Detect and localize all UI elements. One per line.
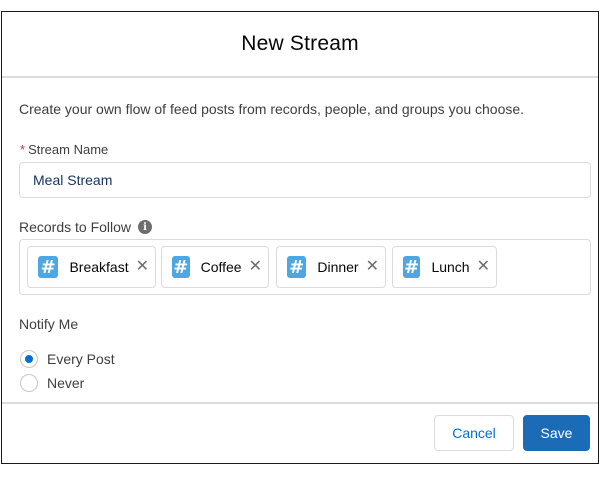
radio-button-checked[interactable] (20, 350, 38, 368)
close-icon[interactable]: ✕ (477, 259, 490, 275)
radio-label: Every Post (47, 351, 115, 367)
notify-me-label: Notify Me (19, 316, 79, 332)
pill-label: Dinner (317, 259, 359, 275)
radio-dot (25, 355, 33, 363)
pill-dinner: # Dinner ✕ (276, 246, 386, 288)
modal-title: New Stream (241, 32, 359, 55)
modal-footer: Cancel Save (2, 402, 598, 463)
save-button[interactable]: Save (523, 415, 590, 451)
pill-label: Lunch (431, 259, 470, 275)
hashtag-icon: # (287, 256, 307, 278)
radio-every-post[interactable]: Every Post (20, 350, 115, 368)
intro-text: Create your own flow of feed posts from … (19, 101, 525, 117)
pill-lunch: # Lunch ✕ (392, 246, 497, 288)
info-icon[interactable]: i (138, 220, 153, 234)
stream-name-input[interactable] (19, 162, 591, 198)
hashtag-icon: # (403, 256, 421, 278)
hashtag-icon: # (172, 256, 190, 278)
records-pill-container[interactable]: # Breakfast ✕ # Coffee ✕ # Dinner ✕ # Lu… (19, 239, 591, 295)
hashtag-icon: # (38, 256, 59, 278)
records-to-follow-label-text: Records to Follow (19, 219, 132, 235)
new-stream-modal: New Stream Create your own flow of feed … (1, 11, 599, 464)
stream-name-label: * Stream Name (20, 142, 108, 157)
pill-label: Breakfast (69, 259, 129, 275)
pill-breakfast: # Breakfast ✕ (27, 246, 156, 288)
close-icon[interactable]: ✕ (136, 259, 149, 275)
radio-button-unchecked[interactable] (20, 374, 38, 392)
radio-label: Never (47, 375, 85, 391)
records-to-follow-label: Records to Follow i (19, 219, 153, 235)
pill-label: Coffee (200, 259, 242, 275)
stream-name-label-text: Stream Name (28, 142, 109, 157)
cancel-button[interactable]: Cancel (434, 415, 514, 451)
close-icon[interactable]: ✕ (249, 259, 262, 275)
required-indicator: * (20, 142, 26, 157)
close-icon[interactable]: ✕ (366, 259, 379, 275)
radio-never[interactable]: Never (20, 374, 84, 392)
pill-coffee: # Coffee ✕ (161, 246, 269, 288)
modal-header: New Stream (2, 12, 598, 78)
modal-body: Create your own flow of feed posts from … (2, 80, 598, 402)
